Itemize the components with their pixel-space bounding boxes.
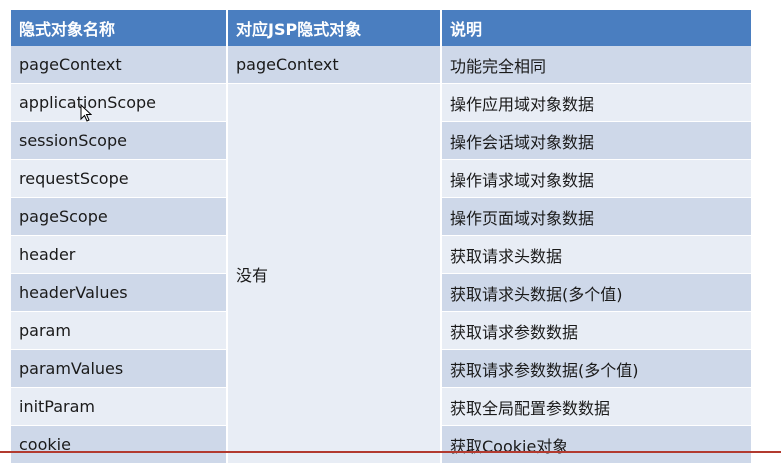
object-name-cell: header: [11, 235, 228, 274]
object-name-cell: cookie: [11, 425, 228, 464]
implicit-objects-table: 隐式对象名称 对应JSP隐式对象 说明 pageContext pageCont…: [11, 10, 751, 464]
description-cell: 功能完全相同: [441, 46, 751, 84]
object-name-cell: pageScope: [11, 197, 228, 236]
description-cell: 操作会话域对象数据: [441, 121, 751, 160]
implicit-objects-table-container: 隐式对象名称 对应JSP隐式对象 说明 pageContext pageCont…: [11, 10, 751, 464]
description-cell: 操作页面域对象数据: [441, 197, 751, 236]
header-object-name: 隐式对象名称: [11, 10, 228, 46]
mouse-cursor-icon: [80, 104, 92, 122]
description-cell: 获取请求参数数据(多个值): [441, 349, 751, 388]
description-cell: 获取Cookie对象: [441, 425, 751, 464]
jsp-object-cell: pageContext: [227, 46, 442, 84]
table-header-row: 隐式对象名称 对应JSP隐式对象 说明: [11, 10, 751, 46]
header-description: 说明: [441, 10, 751, 46]
description-cell: 操作应用域对象数据: [441, 83, 751, 122]
object-name-cell: paramValues: [11, 349, 228, 388]
object-name-cell: requestScope: [11, 159, 228, 198]
description-cell: 获取全局配置参数数据: [441, 387, 751, 426]
description-cell: 获取请求头数据(多个值): [441, 273, 751, 312]
object-name-cell: param: [11, 311, 228, 350]
object-name-cell: initParam: [11, 387, 228, 426]
object-name-cell: headerValues: [11, 273, 228, 312]
header-jsp-object: 对应JSP隐式对象: [227, 10, 442, 46]
object-name-cell: pageContext: [11, 46, 228, 84]
description-cell: 操作请求域对象数据: [441, 159, 751, 198]
object-name-cell: sessionScope: [11, 121, 228, 160]
description-cell: 获取请求参数数据: [441, 311, 751, 350]
table-row: applicationScope 没有 操作应用域对象数据: [11, 83, 751, 464]
jsp-object-merged-cell: 没有: [227, 83, 442, 464]
table-row: pageContext pageContext 功能完全相同: [11, 46, 751, 84]
bottom-divider: [0, 451, 781, 453]
object-name-cell: applicationScope: [11, 83, 228, 122]
description-cell: 获取请求头数据: [441, 235, 751, 274]
